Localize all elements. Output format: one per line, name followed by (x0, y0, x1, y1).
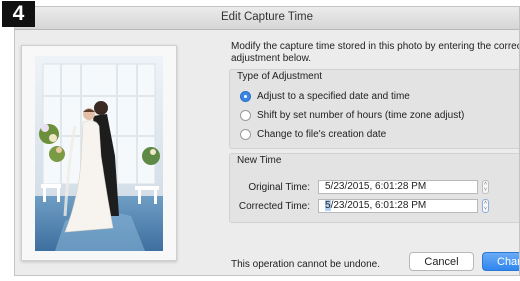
radio-button[interactable] (240, 109, 251, 121)
cancel-button[interactable]: Cancel (409, 252, 474, 271)
original-time-stepper: ˄ ˅ (482, 180, 489, 194)
radio-specified-date[interactable]: Adjust to a specified date and time (240, 89, 410, 103)
corrected-time-value[interactable]: /23/2015, 6:01:28 PM (331, 200, 427, 211)
radio-file-creation-date[interactable]: Change to file's creation date (240, 127, 386, 141)
change-button[interactable]: Change (482, 252, 519, 271)
photo-preview (35, 56, 163, 251)
instructions-text: Modify the capture time stored in this p… (231, 41, 520, 64)
window-titlebar[interactable]: Edit Capture Time (15, 7, 519, 30)
photo-preview-frame (21, 45, 177, 261)
original-time-value: 5/23/2015, 6:01:28 PM (325, 181, 427, 192)
step-number-badge: 4 (2, 1, 35, 27)
radio-shift-hours[interactable]: Shift by set number of hours (time zone … (240, 108, 464, 122)
radio-button[interactable] (240, 128, 251, 140)
corrected-time-label: Corrected Time: (238, 201, 310, 212)
original-time-label: Original Time: (248, 182, 310, 193)
original-time-field: 5/23/2015, 6:01:28 PM (318, 180, 478, 194)
radio-label: Shift by set number of hours (time zone … (257, 109, 465, 121)
window-title: Edit Capture Time (220, 11, 314, 23)
radio-label: Change to file's creation date (257, 128, 387, 140)
undo-warning-text: This operation cannot be undone. (231, 259, 380, 270)
radio-label: Adjust to a specified date and time (257, 90, 410, 102)
edit-capture-time-dialog: Edit Capture Time Modify the capture tim… (14, 6, 520, 276)
corrected-time-stepper[interactable]: ˄ ˅ (482, 199, 489, 213)
corrected-time-field[interactable]: 5/23/2015, 6:01:28 PM (318, 199, 478, 213)
radio-button-checked[interactable] (240, 90, 251, 102)
new-time-title: New Time (237, 155, 282, 166)
adjustment-type-title: Type of Adjustment (237, 71, 323, 82)
